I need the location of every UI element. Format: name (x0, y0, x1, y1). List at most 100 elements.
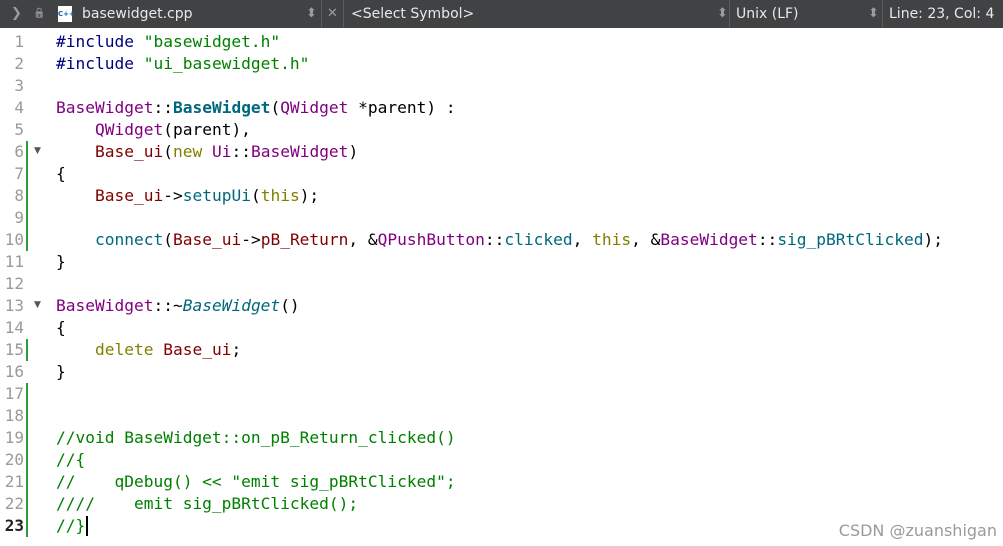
back-arrow-icon[interactable]: ❯ (11, 0, 22, 28)
code-token: ; (231, 340, 242, 359)
line-number: 19 (4, 428, 24, 447)
line-number: 17 (4, 384, 24, 403)
code-line[interactable]: //{ (56, 449, 85, 471)
line-number: 21 (4, 472, 24, 491)
code-token: :: (231, 142, 251, 161)
code-token: BaseWidget (56, 296, 154, 315)
code-line[interactable]: //// emit sig_pBRtClicked(); (56, 493, 358, 515)
code-token: ); (299, 186, 320, 205)
code-token: { (56, 164, 66, 183)
line-number: 14 (4, 318, 24, 337)
code-token: //void BaseWidget::on_pB_Return_clicked(… (56, 428, 456, 447)
code-token: ::~ (153, 296, 183, 315)
file-name[interactable]: basewidget.cpp (82, 0, 193, 28)
code-token: BaseWidget (56, 98, 154, 117)
code-token: ( (270, 98, 281, 117)
code-line[interactable]: //void BaseWidget::on_pB_Return_clicked(… (56, 427, 456, 449)
code-line[interactable]: // qDebug() << "emit sig_pBRtClicked"; (56, 471, 456, 493)
code-token: QPushButton (377, 230, 485, 249)
code-token: Base_ui (94, 186, 164, 205)
code-line[interactable]: } (56, 361, 66, 383)
code-line[interactable]: //} (56, 515, 85, 537)
code-token: -> (163, 186, 183, 205)
line-number: 10 (4, 230, 24, 249)
code-line[interactable]: { (56, 317, 66, 339)
line-number: 16 (4, 362, 24, 381)
fold-marker-icon[interactable]: ▼ (34, 140, 41, 162)
code-line[interactable]: { (56, 163, 66, 185)
editor-toolbar: ❯ 🔒 C++ basewidget.cpp ⬍ ✕ <Select Symbo… (0, 0, 1003, 28)
code-token: *parent) : (348, 98, 456, 117)
code-line[interactable]: #include "ui_basewidget.h" (56, 53, 309, 75)
code-token: BaseWidget (250, 142, 349, 161)
code-token: Base_ui (163, 340, 232, 359)
code-token: ( (163, 230, 173, 249)
line-number: 12 (4, 274, 24, 293)
line-ending-dropdown-icon[interactable]: ⬍ (868, 0, 879, 28)
change-marker (26, 383, 28, 537)
fold-marker-icon[interactable]: ▼ (34, 294, 41, 316)
code-token: BaseWidget (172, 98, 271, 117)
symbol-dropdown-icon[interactable]: ⬍ (717, 0, 728, 28)
cpp-file-icon: C++ (58, 6, 75, 22)
lock-icon[interactable]: 🔒 (33, 0, 45, 28)
code-line[interactable]: Base_ui->setupUi(this); (56, 185, 319, 207)
separator (321, 0, 322, 28)
cursor-position[interactable]: Line: 23, Col: 4 (889, 0, 994, 28)
code-token: -> (241, 230, 261, 249)
code-token: connect (94, 230, 164, 249)
separator (729, 0, 730, 28)
code-token: "basewidget.h" (143, 32, 281, 51)
code-line[interactable]: delete Base_ui; (56, 339, 241, 361)
code-token: #include (56, 32, 144, 51)
code-line[interactable]: connect(Base_ui->pB_Return, &QPushButton… (56, 229, 943, 251)
line-number-gutter: 1 2 3 4 5 6 7 8 9 10 11 12 13 14 15 16 17 18 19 20 21 22 23 ▼ ▼ (0, 28, 52, 546)
code-token: setupUi (182, 186, 251, 205)
code-line[interactable]: BaseWidget::BaseWidget(QWidget *parent) … (56, 97, 456, 119)
code-line[interactable]: BaseWidget::~BaseWidget() (56, 295, 300, 317)
code-token: this (592, 230, 632, 249)
code-line[interactable]: Base_ui(new Ui::BaseWidget) (56, 141, 358, 163)
code-token: //{ (56, 450, 86, 469)
code-token: :: (757, 230, 778, 249)
symbol-selector[interactable]: <Select Symbol> (351, 0, 474, 28)
code-token: , & (631, 230, 661, 249)
code-token: , (572, 230, 593, 249)
code-token: } (56, 362, 66, 381)
code-line[interactable]: } (56, 251, 66, 273)
change-marker (26, 141, 28, 251)
separator (343, 0, 344, 28)
code-editor[interactable]: 1 2 3 4 5 6 7 8 9 10 11 12 13 14 15 16 17 18 19 20 21 22 23 ▼ ▼ … (0, 28, 1003, 546)
line-number: 4 (14, 98, 24, 117)
code-token: ( (163, 142, 173, 161)
code-line[interactable]: #include "basewidget.h" (56, 31, 280, 53)
code-token: #include (56, 54, 144, 73)
code-token: //} (56, 516, 86, 535)
line-number: 5 (14, 120, 24, 139)
code-token: Base_ui (94, 142, 164, 161)
line-number: 20 (4, 450, 24, 469)
line-number: 9 (14, 208, 24, 227)
code-token: ); (923, 230, 944, 249)
code-token: { (56, 318, 66, 337)
close-icon[interactable]: ✕ (327, 0, 338, 28)
line-number: 18 (4, 406, 24, 425)
line-number: 23 (4, 516, 24, 535)
code-token: Base_ui (172, 230, 242, 249)
line-number: 7 (14, 164, 24, 183)
code-token: this (260, 186, 300, 205)
line-ending-selector[interactable]: Unix (LF) (736, 0, 799, 28)
code-token: delete (94, 340, 154, 359)
line-number: 13 (4, 296, 24, 315)
code-token: clicked (504, 230, 573, 249)
code-line[interactable]: QWidget(parent), (56, 119, 251, 141)
code-token: // qDebug() << "emit sig_pBRtClicked"; (56, 472, 456, 491)
line-number: 6 (14, 142, 24, 161)
line-number: 1 (14, 32, 24, 51)
line-number: 2 (14, 54, 24, 73)
file-dropdown-icon[interactable]: ⬍ (306, 0, 317, 28)
code-token: } (56, 252, 66, 271)
